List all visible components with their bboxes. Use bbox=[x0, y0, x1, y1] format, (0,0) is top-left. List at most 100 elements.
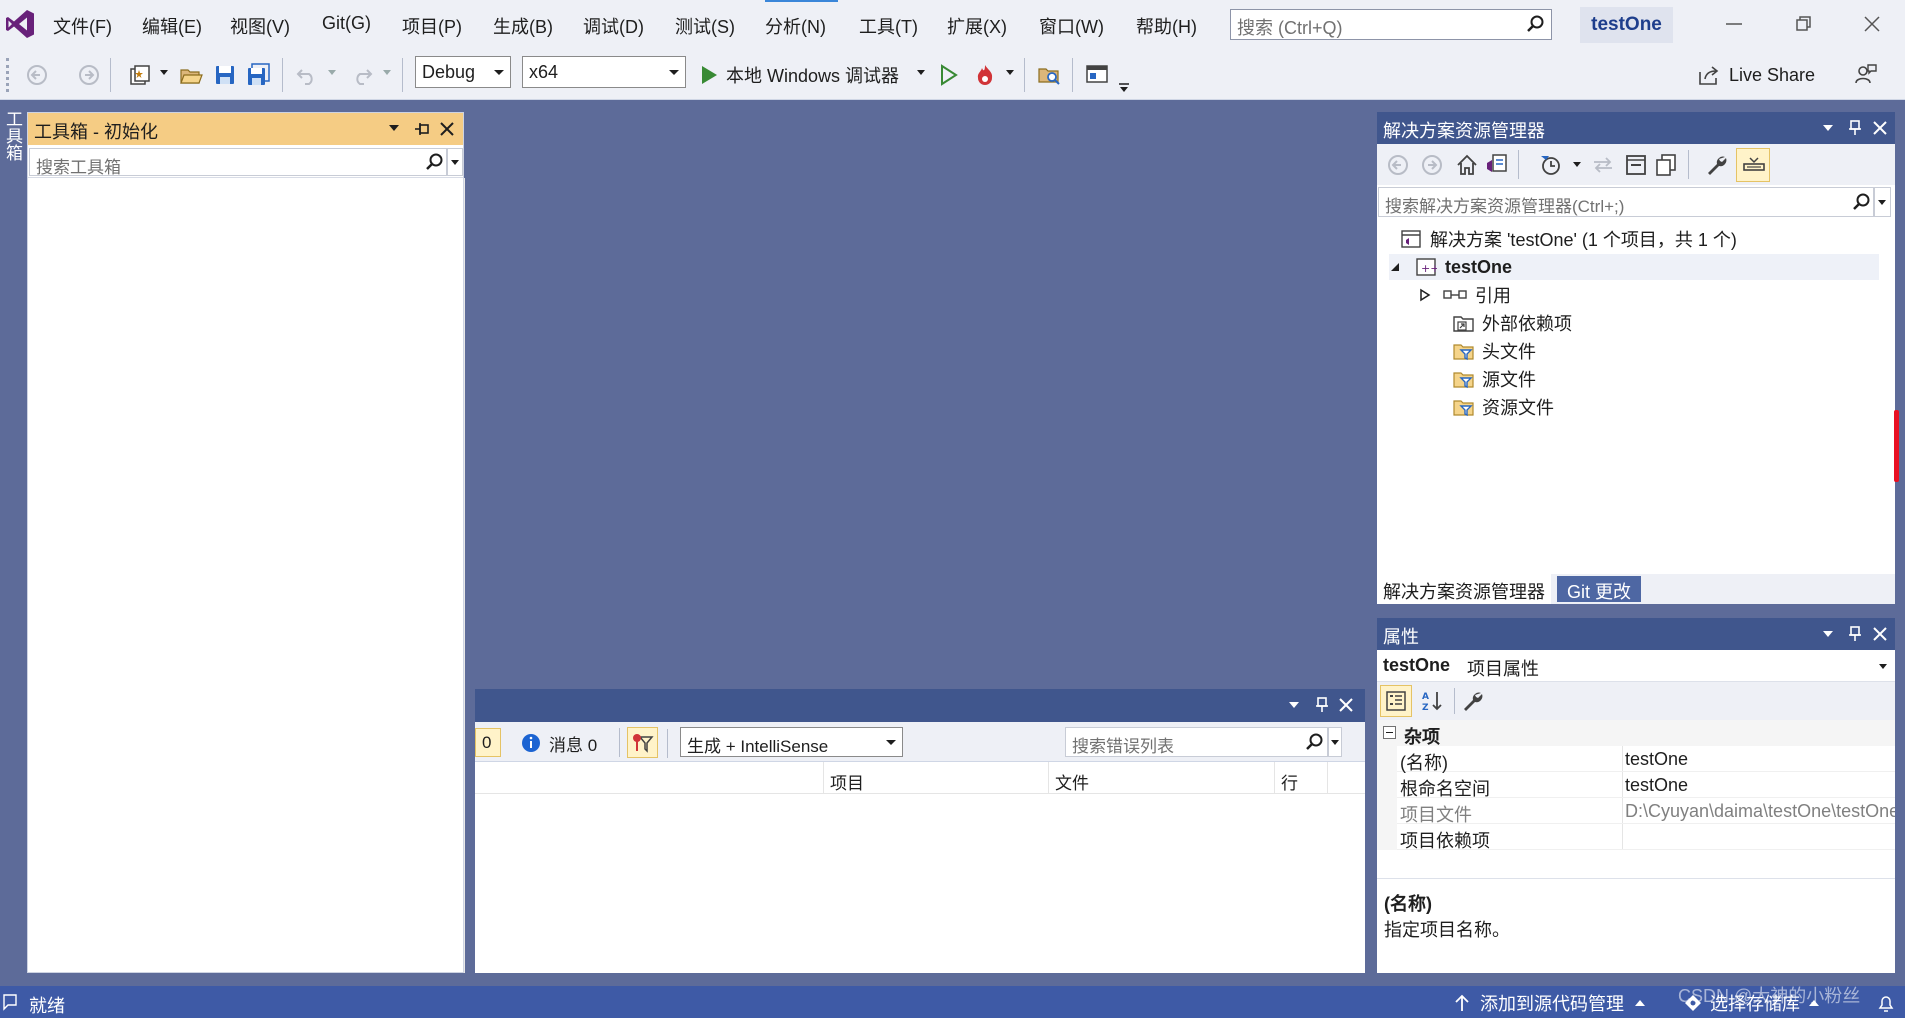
minimize-icon[interactable] bbox=[1724, 14, 1744, 39]
menu-build[interactable]: 生成(B) bbox=[493, 13, 553, 39]
toolbox-pin-icon[interactable] bbox=[413, 120, 431, 143]
error-source-select[interactable]: 生成 + IntelliSense bbox=[680, 727, 903, 757]
collapse-category-icon[interactable] bbox=[1383, 726, 1396, 739]
toolbox-search-options-dropdown[interactable] bbox=[447, 148, 463, 176]
resource-files-node[interactable]: 资源文件 bbox=[1452, 394, 1554, 420]
start-debugging-button[interactable]: 本地 Windows 调试器 bbox=[700, 60, 899, 90]
header-files-node[interactable]: 头文件 bbox=[1452, 338, 1536, 364]
properties-pin-icon[interactable] bbox=[1846, 625, 1864, 648]
toolbox-close-icon[interactable] bbox=[438, 120, 456, 143]
properties-wrench-icon[interactable] bbox=[1705, 153, 1729, 182]
toolbar-grip[interactable] bbox=[6, 58, 10, 92]
properties-window-menu-icon[interactable] bbox=[1823, 631, 1833, 637]
property-row-root-namespace[interactable]: 根命名空间 testOne bbox=[1397, 772, 1895, 799]
column-header-project[interactable]: 项目 bbox=[830, 769, 864, 794]
project-node[interactable]: ++ testOne bbox=[1389, 254, 1879, 280]
undo-icon[interactable] bbox=[294, 62, 320, 88]
property-row-project-file[interactable]: 项目文件 D:\Cyuyan\daima\testOne\testOne.vcx… bbox=[1397, 798, 1895, 824]
menu-file[interactable]: 文件(F) bbox=[53, 13, 112, 39]
error-list-window-menu-icon[interactable] bbox=[1289, 702, 1299, 708]
menu-tools[interactable]: 工具(T) bbox=[859, 13, 918, 39]
feedback-icon[interactable] bbox=[1852, 62, 1878, 88]
pending-changes-filter-icon[interactable] bbox=[1539, 153, 1563, 182]
new-project-icon[interactable] bbox=[127, 62, 153, 88]
error-list-close-icon[interactable] bbox=[1337, 696, 1355, 719]
menu-test[interactable]: 测试(S) bbox=[675, 13, 735, 39]
redo-dropdown-icon[interactable] bbox=[383, 70, 391, 75]
save-icon[interactable] bbox=[212, 62, 238, 88]
menu-project[interactable]: 项目(P) bbox=[402, 13, 462, 39]
redo-icon[interactable] bbox=[349, 62, 375, 88]
description-splitter[interactable] bbox=[1377, 878, 1895, 879]
property-value[interactable]: testOne bbox=[1625, 749, 1688, 770]
column-header-line[interactable]: 行 bbox=[1281, 769, 1298, 794]
solution-platform-select[interactable]: x64 bbox=[522, 56, 686, 88]
toolbox-search-input[interactable]: 搜索工具箱 bbox=[29, 148, 447, 177]
categorized-view-button[interactable] bbox=[1380, 685, 1412, 717]
property-value[interactable]: D:\Cyuyan\daima\testOne\testOne.vcxproj bbox=[1625, 801, 1895, 822]
error-list-search-options-dropdown[interactable] bbox=[1328, 727, 1342, 757]
property-category-misc[interactable]: 杂项 bbox=[1377, 720, 1895, 747]
home-icon[interactable] bbox=[1455, 153, 1479, 182]
menu-debug[interactable]: 调试(D) bbox=[583, 13, 644, 39]
hot-reload-icon[interactable] bbox=[972, 62, 998, 88]
property-row-name[interactable]: (名称) testOne bbox=[1397, 746, 1895, 773]
menu-edit[interactable]: 编辑(E) bbox=[142, 13, 202, 39]
filter-toggle-button[interactable] bbox=[627, 727, 658, 758]
forward-icon[interactable] bbox=[1421, 154, 1443, 181]
menu-view[interactable]: 视图(V) bbox=[230, 13, 290, 39]
column-header-file[interactable]: 文件 bbox=[1055, 769, 1089, 794]
references-node[interactable]: 引用 bbox=[1419, 282, 1511, 308]
messages-toggle[interactable]: 消息 0 bbox=[521, 732, 597, 755]
show-all-files-icon[interactable] bbox=[1654, 153, 1678, 182]
filter-dropdown-icon[interactable] bbox=[1573, 162, 1581, 167]
tab-git-changes[interactable]: Git 更改 bbox=[1557, 576, 1642, 602]
open-folder-icon[interactable] bbox=[178, 62, 204, 88]
solution-explorer-search-options-dropdown[interactable] bbox=[1874, 187, 1891, 217]
toolbox-side-tab[interactable]: 工具箱 bbox=[2, 110, 22, 161]
solution-configuration-select[interactable]: Debug bbox=[415, 56, 511, 88]
preview-selected-items-button[interactable] bbox=[1736, 148, 1770, 182]
menu-analyze[interactable]: 分析(N) bbox=[765, 13, 826, 39]
debug-target-dropdown-icon[interactable] bbox=[917, 70, 925, 75]
menu-window[interactable]: 窗口(W) bbox=[1039, 13, 1104, 39]
solution-explorer-close-icon[interactable] bbox=[1871, 119, 1889, 142]
solution-explorer-search-input[interactable]: 搜索解决方案资源管理器(Ctrl+;) bbox=[1378, 187, 1874, 217]
menu-git[interactable]: Git(G) bbox=[322, 13, 371, 34]
restore-icon[interactable] bbox=[1794, 14, 1814, 39]
add-to-source-control-button[interactable]: 添加到源代码管理 bbox=[1454, 992, 1646, 1014]
find-in-files-icon[interactable] bbox=[1036, 62, 1062, 88]
solution-name-badge[interactable]: testOne bbox=[1580, 7, 1673, 43]
external-dependencies-node[interactable]: 外部依赖项 bbox=[1452, 310, 1572, 336]
alphabetical-sort-icon[interactable]: AZ bbox=[1421, 689, 1445, 718]
sync-with-active-document-icon[interactable] bbox=[1591, 153, 1615, 182]
source-files-node[interactable]: 源文件 bbox=[1452, 366, 1536, 392]
solution-explorer-window-menu-icon[interactable] bbox=[1823, 125, 1833, 131]
notification-square-icon[interactable] bbox=[2, 993, 18, 1016]
navigate-back-icon[interactable] bbox=[24, 62, 50, 88]
global-search-box[interactable]: 搜索 (Ctrl+Q) bbox=[1230, 9, 1552, 40]
navigate-forward-icon[interactable] bbox=[76, 62, 102, 88]
undo-dropdown-icon[interactable] bbox=[328, 70, 336, 75]
visual-studio-logo-icon[interactable] bbox=[4, 8, 36, 40]
notifications-bell-icon[interactable] bbox=[1876, 993, 1896, 1018]
property-pages-wrench-icon[interactable] bbox=[1461, 689, 1485, 718]
toolbar-overflow-icon[interactable] bbox=[1118, 78, 1130, 98]
solution-explorer-pin-icon[interactable] bbox=[1846, 119, 1864, 142]
hot-reload-dropdown-icon[interactable] bbox=[1006, 70, 1014, 75]
switch-views-icon[interactable] bbox=[1485, 153, 1509, 182]
error-list-search-input[interactable]: 搜索错误列表 bbox=[1065, 727, 1328, 757]
properties-object-selector[interactable]: testOne 项目属性 bbox=[1377, 650, 1895, 682]
expanded-triangle-icon[interactable] bbox=[1389, 261, 1401, 273]
close-window-icon[interactable] bbox=[1862, 14, 1882, 39]
properties-close-icon[interactable] bbox=[1871, 625, 1889, 648]
live-share-button[interactable]: Live Share bbox=[1697, 60, 1815, 90]
menu-extensions[interactable]: 扩展(X) bbox=[947, 13, 1007, 39]
save-all-icon[interactable] bbox=[246, 62, 272, 88]
solution-node[interactable]: 解决方案 'testOne' (1 个项目，共 1 个) bbox=[1400, 226, 1737, 252]
error-list-pin-icon[interactable] bbox=[1313, 696, 1331, 719]
warnings-count-toggle[interactable]: 0 bbox=[475, 728, 501, 757]
collapsed-triangle-icon[interactable] bbox=[1419, 288, 1431, 302]
start-without-debugging-icon[interactable] bbox=[936, 62, 962, 88]
menu-help[interactable]: 帮助(H) bbox=[1136, 13, 1197, 39]
